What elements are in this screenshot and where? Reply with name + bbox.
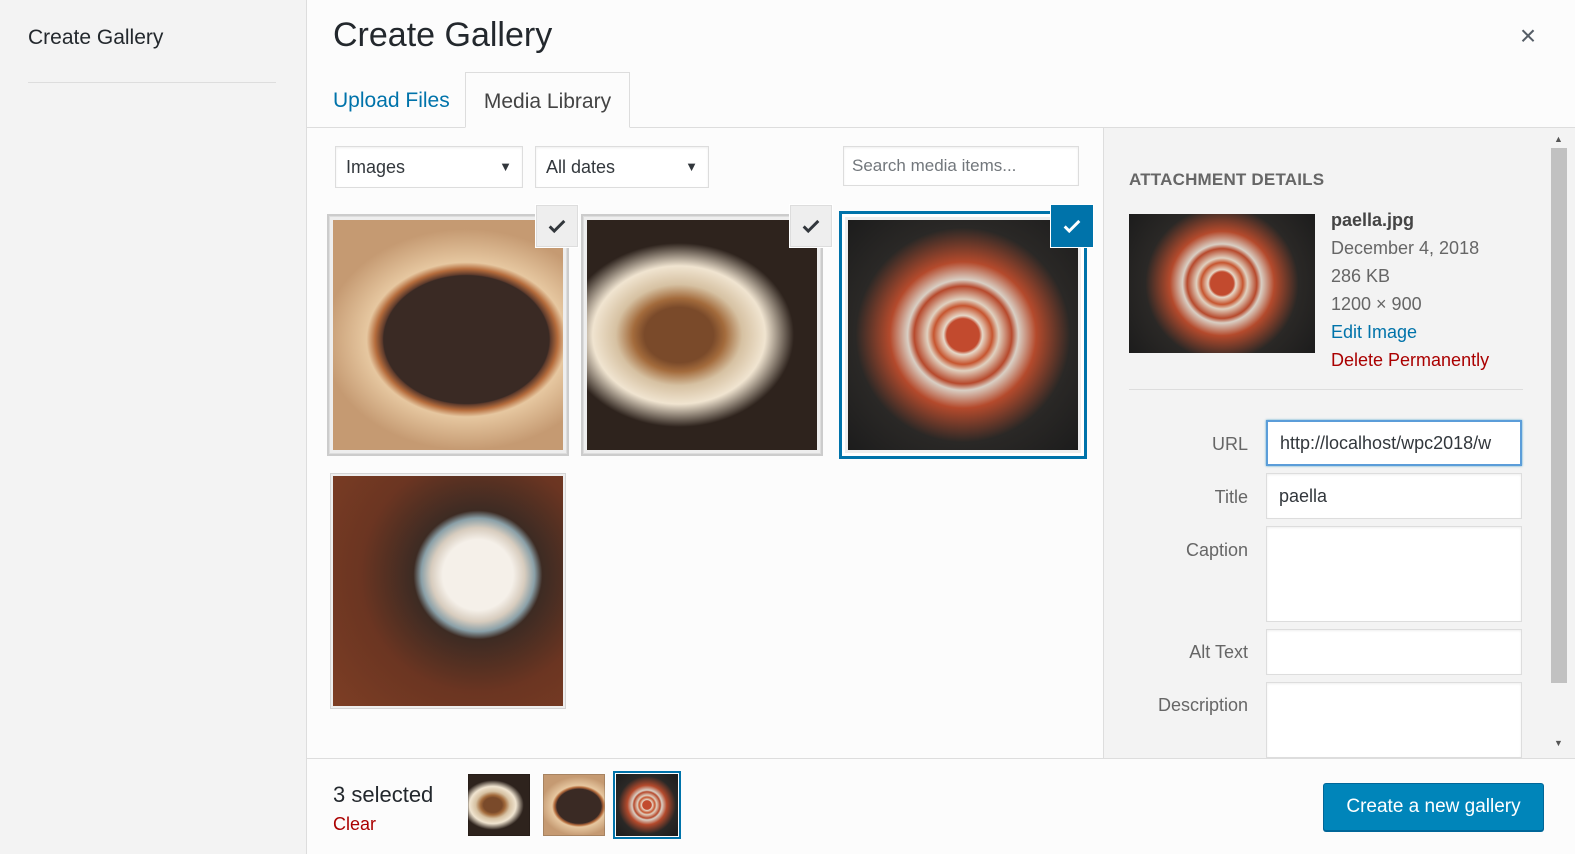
tab-media-library[interactable]: Media Library: [465, 72, 630, 128]
scroll-up-icon[interactable]: ▲: [1554, 134, 1563, 144]
title-field[interactable]: [1266, 473, 1522, 519]
chevron-down-icon: ▼: [685, 159, 698, 174]
clear-selection-link[interactable]: Clear: [333, 814, 376, 835]
url-field[interactable]: [1266, 420, 1522, 466]
details-scrollbar[interactable]: ▲ ▼: [1551, 128, 1567, 758]
edit-image-link[interactable]: Edit Image: [1331, 322, 1417, 343]
details-filename: paella.jpg: [1331, 210, 1415, 230]
delete-permanently-link[interactable]: Delete Permanently: [1331, 350, 1489, 371]
title-label: Title: [1214, 487, 1248, 507]
attachment-image: [587, 220, 817, 450]
description-label: Description: [1157, 695, 1248, 715]
sidebar-divider: [28, 82, 276, 83]
alt-text-field[interactable]: [1266, 629, 1522, 675]
search-input[interactable]: [843, 146, 1079, 186]
caption-label: Caption: [1185, 540, 1248, 560]
sidebar-title[interactable]: Create Gallery: [28, 26, 163, 50]
details-dimensions: 1200 × 900: [1331, 294, 1422, 314]
attachment-mussels[interactable]: [330, 205, 578, 453]
create-gallery-button[interactable]: Create a new gallery: [1323, 783, 1544, 831]
attachment-image: [848, 220, 1078, 450]
close-icon[interactable]: ×: [1512, 20, 1544, 52]
selection-thumbnail-active[interactable]: [616, 774, 678, 836]
details-date: December 4, 2018: [1331, 238, 1480, 258]
scroll-down-icon[interactable]: ▼: [1554, 738, 1563, 748]
attachment-image: [333, 220, 563, 450]
date-filter[interactable]: All dates ▼: [535, 146, 709, 188]
details-heading: ATTACHMENT DETAILS: [1129, 170, 1325, 189]
details-filesize: 286 KB: [1331, 266, 1391, 286]
description-field[interactable]: [1266, 682, 1522, 758]
media-type-filter-value: Images: [346, 157, 406, 177]
url-label: URL: [1211, 434, 1248, 454]
attachment-bowl[interactable]: [330, 473, 566, 709]
details-divider: [1129, 389, 1523, 390]
scrollbar-thumb[interactable]: [1551, 148, 1567, 683]
attachment-image: [333, 476, 563, 706]
selection-thumbnail[interactable]: [543, 774, 605, 836]
chevron-down-icon: ▼: [499, 159, 512, 174]
caption-field[interactable]: [1266, 526, 1522, 622]
date-filter-value: All dates: [546, 157, 616, 177]
attachment-paella[interactable]: [845, 205, 1093, 453]
attachment-meat[interactable]: [584, 205, 832, 453]
checkmark-icon[interactable]: [790, 205, 832, 247]
selection-count: 3 selected: [333, 782, 434, 807]
alt-text-label: Alt Text: [1189, 642, 1248, 662]
checkmark-icon[interactable]: [536, 205, 578, 247]
media-type-filter[interactable]: Images ▼: [335, 146, 523, 188]
page-title: Create Gallery: [333, 16, 553, 54]
tab-upload-files[interactable]: Upload Files: [333, 72, 450, 128]
sidebar: Create Gallery: [0, 0, 307, 854]
checkmark-icon[interactable]: [1051, 205, 1093, 247]
selection-thumbnail[interactable]: [468, 774, 530, 836]
details-thumbnail: [1129, 214, 1315, 353]
